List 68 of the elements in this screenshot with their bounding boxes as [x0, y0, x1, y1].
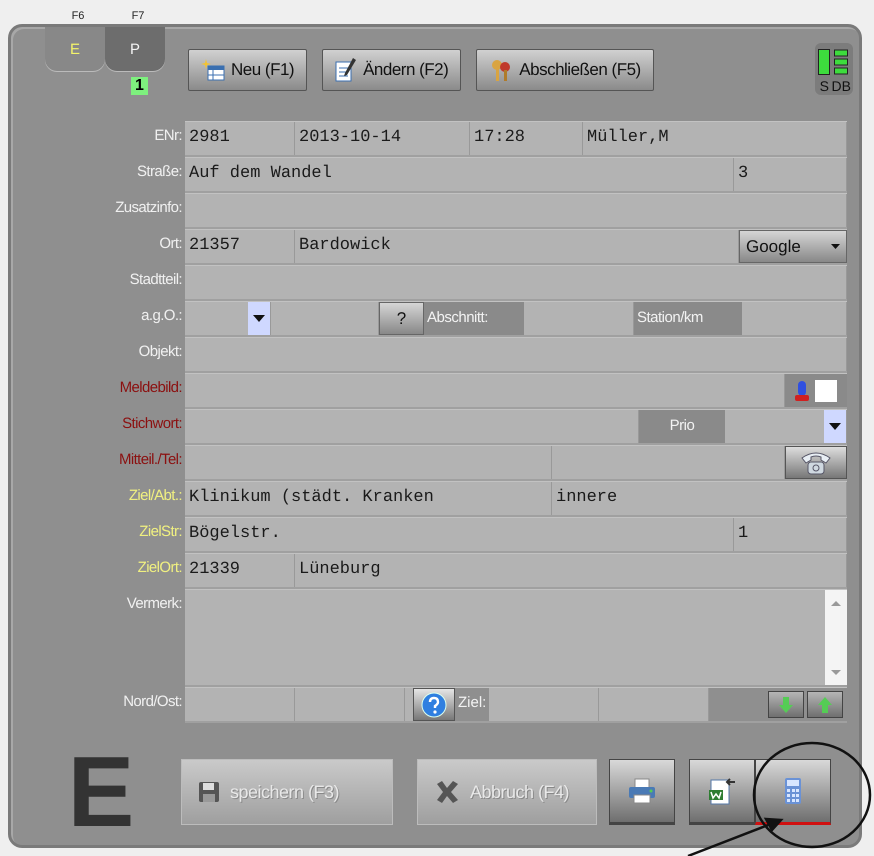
edit-button[interactable]: Ändern (F2)	[322, 49, 462, 91]
status-bar-icon	[818, 49, 830, 75]
field-label: Stadtteil:	[128, 270, 183, 290]
dropdown-arrow-icon	[253, 315, 265, 322]
calculator-button[interactable]	[755, 759, 831, 825]
new-table-icon	[201, 59, 225, 81]
printer-icon	[627, 778, 657, 804]
field-label: Station/km	[634, 302, 742, 335]
status-label: DB	[832, 79, 851, 93]
help-icon	[421, 692, 447, 718]
field-label: Ort:	[158, 234, 183, 254]
field-label: Zusatzinfo:	[114, 198, 183, 218]
word-export-icon	[707, 776, 737, 806]
text-field[interactable]: Bögelstr.	[185, 518, 734, 551]
text-field[interactable]: Lüneburg	[295, 554, 847, 587]
phone-button[interactable]	[785, 446, 847, 479]
field-label: Nord/Ost:	[122, 692, 183, 712]
calculator-icon	[784, 777, 802, 805]
cross-icon	[434, 780, 460, 804]
field-label: Prio	[639, 410, 725, 443]
new-button[interactable]: Neu (F1)	[188, 49, 308, 91]
field-label: Vermerk:	[126, 594, 183, 614]
up-arrow-icon	[818, 696, 832, 712]
close-button[interactable]: Abschließen (F5)	[476, 49, 654, 91]
checkbox[interactable]	[815, 380, 837, 402]
field-label: Mitteil./Tel:	[118, 450, 183, 470]
field-label: Straße:	[136, 162, 183, 182]
mode-letter: E	[66, 749, 136, 835]
print-button[interactable]	[609, 759, 675, 825]
dropdown-arrow-icon	[829, 423, 841, 430]
status-label: S	[820, 79, 829, 93]
text-field[interactable]: 21357	[185, 230, 295, 263]
text-field[interactable]: 21339	[185, 554, 295, 587]
text-field[interactable]: 2981	[185, 122, 295, 155]
text-field[interactable]: Müller,M	[583, 122, 847, 155]
text-field[interactable]: 17:28	[470, 122, 583, 155]
move-up-button[interactable]	[807, 691, 843, 718]
field-label: Meldebild:	[118, 378, 183, 398]
text-field[interactable]: 2013-10-14	[295, 122, 470, 155]
google-dropdown-button[interactable]: Google	[739, 230, 847, 263]
edit-form-icon	[335, 58, 358, 82]
shortcut-label: F6	[70, 10, 86, 22]
text-field[interactable]: 1	[734, 518, 847, 551]
text-field[interactable]: innere	[552, 482, 847, 515]
field-label: Abschnitt:	[424, 302, 524, 335]
move-down-button[interactable]	[768, 691, 804, 718]
text-field[interactable]: Klinikum (städt. Kranken	[185, 482, 552, 515]
help-button[interactable]	[413, 688, 455, 721]
field-label: Objekt:	[138, 342, 183, 362]
help-button[interactable]: ?	[379, 302, 424, 335]
phone-icon	[799, 450, 833, 476]
text-field[interactable]: 3	[734, 158, 847, 191]
shortcut-label: F7	[130, 10, 146, 22]
tab[interactable]: P	[105, 27, 165, 71]
caret-icon	[831, 244, 840, 249]
field-label: a.g.O.:	[140, 306, 183, 326]
siren-icon	[795, 380, 809, 402]
field-label: Ziel/Abt.:	[128, 486, 183, 506]
counter-badge: 1	[131, 77, 148, 95]
field-label: Ziel:	[455, 688, 490, 721]
text-field[interactable]: Auf dem Wandel	[185, 158, 734, 191]
field-label: ZielOrt:	[136, 558, 183, 578]
down-arrow-icon	[779, 696, 793, 712]
database-icon	[834, 49, 848, 75]
field-label: ENr:	[153, 126, 183, 146]
field-label: ZielStr:	[138, 522, 183, 542]
field-label: Stichwort:	[121, 414, 183, 434]
word-button[interactable]	[689, 759, 755, 825]
